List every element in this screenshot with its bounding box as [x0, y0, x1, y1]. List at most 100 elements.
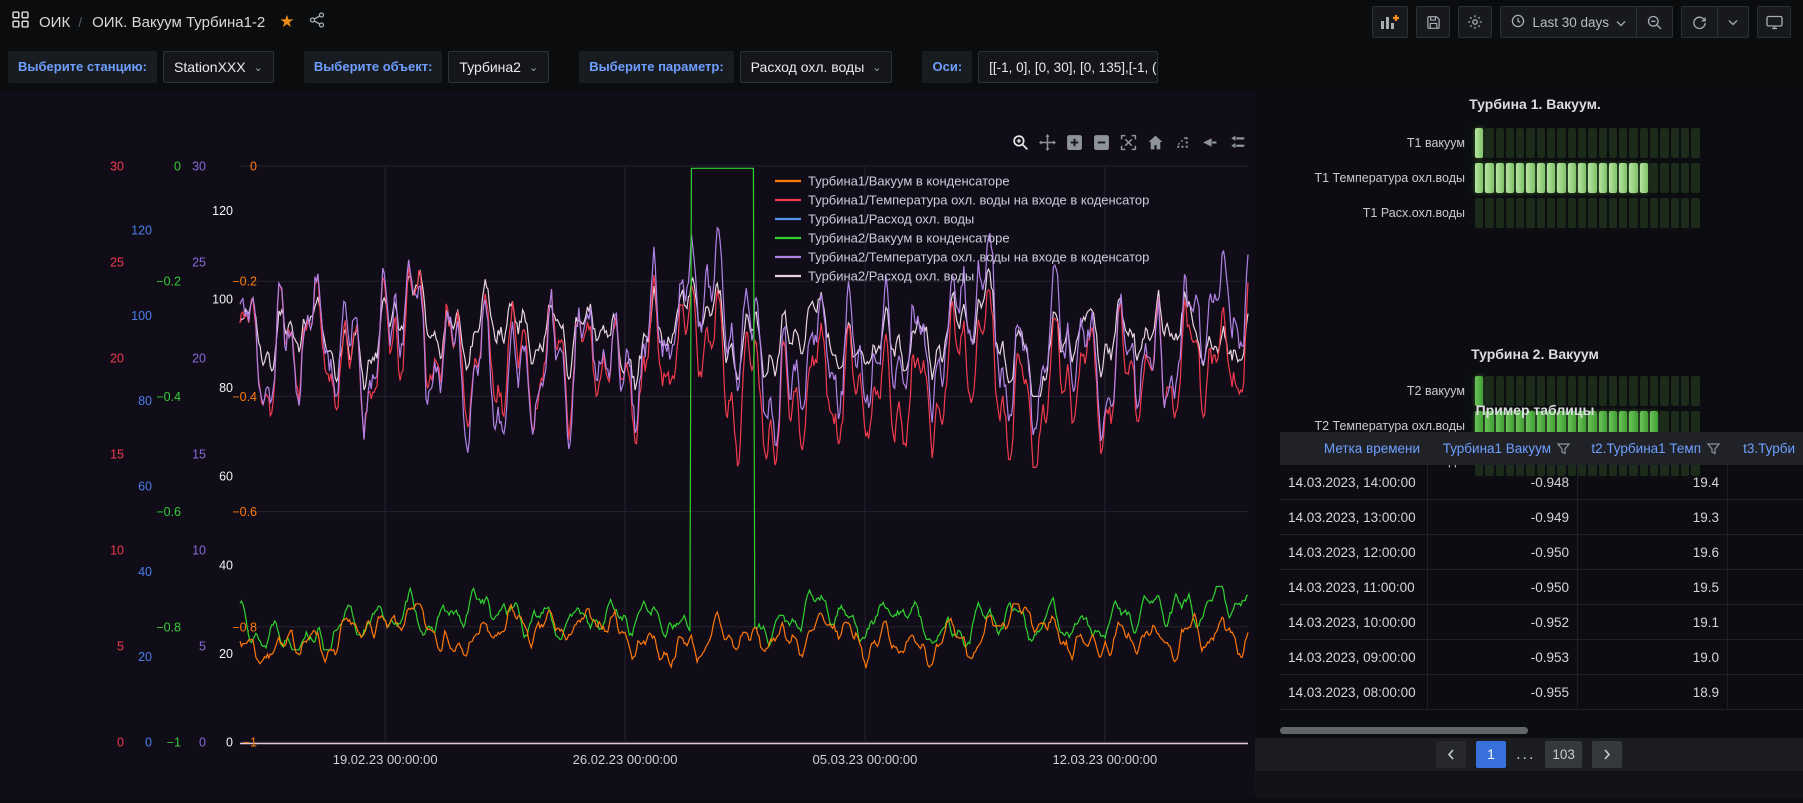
- gauge-segment: [1640, 128, 1648, 158]
- column-header-0[interactable]: Метка времени: [1280, 441, 1428, 456]
- gauge-segment: [1506, 128, 1514, 158]
- table-row[interactable]: 14.03.2023, 12:00:00-0.95019.6: [1280, 535, 1803, 570]
- zoom-out-icon[interactable]: [1089, 130, 1114, 155]
- table-cell: 19.4: [1586, 475, 1719, 490]
- share-icon[interactable]: [309, 12, 325, 33]
- gauge-segment: [1557, 163, 1565, 193]
- toggle-spikelines-icon[interactable]: [1170, 130, 1195, 155]
- axes-input[interactable]: [[-1, 0], [0, 30], [0, 135],[-1, (: [978, 51, 1158, 83]
- gauge-segment: [1475, 128, 1483, 158]
- reset-axes-home-icon[interactable]: [1143, 130, 1168, 155]
- table-row[interactable]: 14.03.2023, 13:00:00-0.94919.3: [1280, 500, 1803, 535]
- gauge-segment: [1506, 198, 1514, 228]
- legend-item[interactable]: Турбина1/Температура охл. воды на входе …: [775, 193, 1149, 208]
- legend-item[interactable]: Турбина2/Температура охл. воды на входе …: [775, 250, 1149, 265]
- table-cell-wrap: -0.950: [1428, 535, 1578, 569]
- y-tick-t1_flow_axis: 20: [138, 650, 152, 664]
- table-cell: -0.955: [1436, 685, 1569, 700]
- time-range-picker[interactable]: Last 30 days: [1501, 7, 1636, 37]
- y-tick-t1_temp_axis: 10: [110, 544, 124, 558]
- legend-item[interactable]: Турбина2/Вакуум в конденсаторе: [775, 231, 1010, 246]
- pan-tool-icon[interactable]: [1035, 130, 1060, 155]
- gauge-segment: [1640, 163, 1648, 193]
- zoom-out-time-button[interactable]: [1636, 7, 1672, 37]
- gauge-segment: [1568, 198, 1576, 228]
- y-tick-t2_temp_axis: 10: [192, 544, 206, 558]
- legend-item[interactable]: Турбина1/Расход охл. воды: [775, 212, 974, 227]
- column-header-2[interactable]: t2.Турбина1 Темп: [1578, 441, 1728, 456]
- gauge-segment: [1537, 128, 1545, 158]
- table-row[interactable]: 14.03.2023, 10:00:00-0.95219.1: [1280, 605, 1803, 640]
- table-cell-wrap: 19.5: [1578, 570, 1728, 604]
- y-tick-t1_temp_axis: 20: [110, 352, 124, 366]
- column-header-label: Турбина1 Вакуум: [1443, 441, 1551, 456]
- autoscale-icon[interactable]: [1116, 130, 1141, 155]
- prev-page-button[interactable]: [1436, 741, 1466, 768]
- filter-value-2: Расход охл. воды: [751, 59, 865, 75]
- table-row[interactable]: 14.03.2023, 08:00:00-0.95518.9: [1280, 675, 1803, 710]
- gauge-segment: [1547, 163, 1555, 193]
- breadcrumb[interactable]: ОИК. Вакуум Турбина1-2: [92, 14, 265, 31]
- filter-value-0: StationXXX: [174, 59, 246, 75]
- y-tick-t2_temp_axis: 5: [199, 640, 206, 654]
- table-cell-wrap: -0.949: [1428, 500, 1578, 534]
- gauge-segment: [1599, 198, 1607, 228]
- table-cell-wrap: 14.03.2023, 08:00:00: [1280, 675, 1428, 709]
- table-row[interactable]: 14.03.2023, 09:00:00-0.95319.0: [1280, 640, 1803, 675]
- series-line-3: [240, 168, 1248, 650]
- hover-closest-icon[interactable]: [1197, 130, 1222, 155]
- y-tick-t2_flow_axis: 40: [219, 558, 233, 572]
- table-cell-wrap: -0.952: [1428, 605, 1578, 639]
- y-tick-t2_flow_axis: 80: [219, 381, 233, 395]
- table-row[interactable]: 14.03.2023, 14:00:00-0.94819.4: [1280, 465, 1803, 500]
- y-tick-t1_temp_axis: 5: [117, 640, 124, 654]
- filter-funnel-icon[interactable]: [1557, 443, 1570, 455]
- app-header: ОИК / ОИК. Вакуум Турбина1-2 ★: [0, 0, 1803, 44]
- x-tick-label: 26.02.23 00:00:00: [573, 752, 678, 767]
- chevron-down-icon: ⌄: [872, 61, 881, 74]
- table-row[interactable]: 14.03.2023, 11:00:00-0.95019.5: [1280, 570, 1803, 605]
- hover-compare-icon[interactable]: [1224, 130, 1249, 155]
- filter-label-1: Выберите объект:: [304, 51, 443, 83]
- lcd-bar-gauge: [1475, 198, 1701, 228]
- table-horizontal-scrollbar[interactable]: [1280, 727, 1528, 734]
- legend-item[interactable]: Турбина1/Вакуум в конденсаторе: [775, 174, 1010, 189]
- apps-menu-icon[interactable]: [12, 11, 29, 33]
- cycle-view-mode-button[interactable]: [1757, 6, 1791, 38]
- favorite-star-icon[interactable]: ★: [279, 12, 294, 32]
- gauge-row: Т1 вакуум-0.959: [1280, 128, 1790, 158]
- filter-select-0[interactable]: StationXXX⌄: [163, 51, 274, 83]
- zoom-in-icon[interactable]: [1062, 130, 1087, 155]
- gauge-segment: [1619, 163, 1627, 193]
- table-cell: 14.03.2023, 09:00:00: [1288, 650, 1419, 665]
- column-header-3[interactable]: t3.Турби: [1728, 441, 1803, 456]
- last-page-button[interactable]: 103: [1545, 741, 1582, 768]
- add-panel-button[interactable]: [1372, 6, 1408, 38]
- zoom-tool-icon[interactable]: [1008, 130, 1033, 155]
- gauge-segment: [1681, 198, 1689, 228]
- breadcrumb-separator: /: [78, 14, 82, 30]
- filter-select-1[interactable]: Турбина2⌄: [448, 51, 549, 83]
- gauge-segment: [1537, 163, 1545, 193]
- table-cell-wrap: 19.4: [1578, 465, 1728, 499]
- gauge-segment: [1660, 198, 1668, 228]
- refresh-button[interactable]: [1682, 7, 1717, 37]
- right-column: Турбина 1. Вакуум. Т1 вакуум-0.959Т1 Тем…: [1255, 90, 1803, 798]
- panel-footer-spacer: [1255, 771, 1803, 798]
- page-1-button[interactable]: 1: [1476, 741, 1506, 768]
- gauge-segment: [1496, 163, 1504, 193]
- filter-select-2[interactable]: Расход охл. воды ⌄: [740, 51, 893, 83]
- save-dashboard-button[interactable]: [1416, 6, 1450, 38]
- next-page-button[interactable]: [1592, 741, 1622, 768]
- column-header-1[interactable]: Турбина1 Вакуум: [1428, 441, 1578, 456]
- gauge-segment: [1547, 198, 1555, 228]
- y-tick-t1_temp_axis: 30: [110, 160, 124, 174]
- filter-funnel-icon[interactable]: [1707, 443, 1720, 455]
- y-tick-t2_temp_axis: 15: [192, 448, 206, 462]
- refresh-interval-dropdown[interactable]: [1717, 7, 1748, 37]
- breadcrumb-root[interactable]: ОИК: [39, 14, 70, 31]
- legend-label: Турбина2/Расход охл. воды: [808, 269, 974, 284]
- x-tick-label: 19.02.23 00:00:00: [333, 752, 438, 767]
- timeseries-chart[interactable]: 0−0.2−0.4−0.6−0.8−1302520151050120100806…: [0, 90, 1255, 798]
- dashboard-settings-button[interactable]: [1458, 6, 1492, 38]
